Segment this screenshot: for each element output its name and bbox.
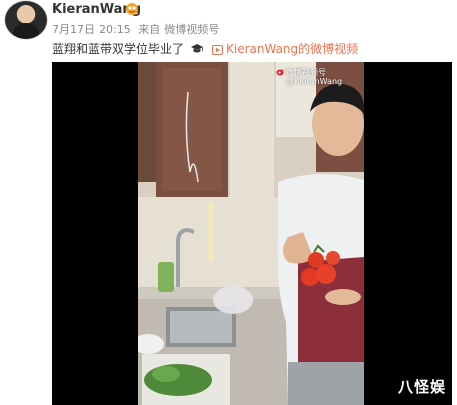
video-link[interactable]: KieranWang的微博视频: [212, 40, 358, 57]
post-meta: 7月17日 20:15 来自 微博视频号: [52, 21, 223, 37]
video-watermark: 微博视频号 @KieranWang: [286, 68, 342, 86]
post-header: KieranWang 7月17日 20:15 来自 微博视频号 蓝翔和蓝带双学位毕业…: [0, 0, 457, 62]
gold-badge-icon: [126, 3, 138, 15]
video-play-icon: [212, 45, 223, 55]
watermark-line1: 微博视频号: [286, 68, 326, 77]
video-player[interactable]: 微博视频号 @KieranWang 八怪娱: [52, 62, 452, 405]
source-prefix: 来自: [138, 23, 161, 36]
corner-watermark: 八怪娱: [397, 378, 446, 396]
weibo-logo-icon: [276, 68, 285, 76]
post-text: 蓝翔和蓝带双学位毕业了: [52, 40, 204, 57]
avatar[interactable]: [4, 0, 48, 40]
video-frame: [138, 62, 364, 405]
post-body: 蓝翔和蓝带双学位毕业了: [52, 42, 185, 56]
post-date[interactable]: 7月17日: [52, 23, 95, 36]
post-source[interactable]: 微博视频号: [164, 23, 219, 36]
kitchen-scene: [138, 62, 364, 405]
video-link-label: KieranWang的微博视频: [226, 42, 359, 56]
graduation-cap-icon: [190, 44, 203, 53]
post-time[interactable]: 20:15: [99, 23, 131, 36]
watermark-line2: @KieranWang: [286, 77, 343, 86]
